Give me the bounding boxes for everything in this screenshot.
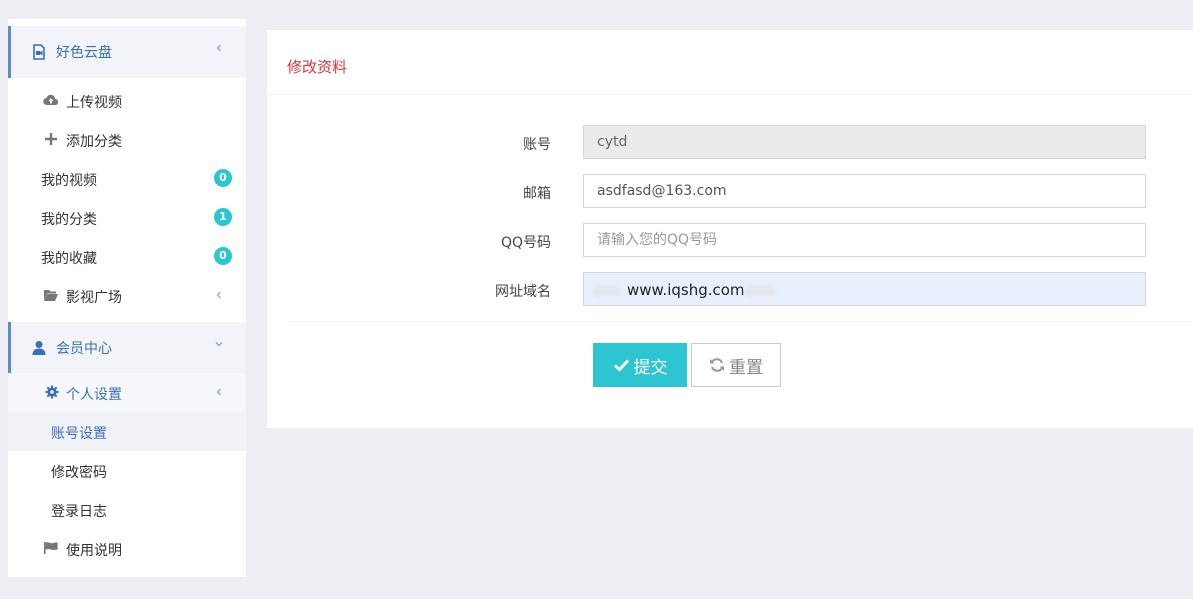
site-field-value: www.iqshg.com <box>627 281 745 299</box>
sidebar-item-login-log[interactable]: 登录日志 <box>8 490 246 529</box>
user-icon <box>32 341 46 355</box>
divider <box>267 94 1193 95</box>
blurred-text <box>593 286 621 296</box>
count-badge: 0 <box>214 247 232 265</box>
email-label: 邮箱 <box>523 186 551 202</box>
count-badge: 0 <box>214 169 232 187</box>
sidebar-item-label: 添加分类 <box>66 134 122 150</box>
video-file-icon <box>33 44 45 60</box>
folder-open-icon <box>44 290 58 301</box>
check-icon <box>613 359 629 372</box>
sidebar-item-label: 影视广场 <box>66 290 122 306</box>
sidebar-item-my-favorites[interactable]: 我的收藏 0 <box>8 237 246 276</box>
cloud-upload-icon <box>43 94 59 106</box>
gear-icon <box>45 385 59 399</box>
sidebar-item-label: 我的视频 <box>41 173 97 189</box>
reset-button[interactable]: 重置 <box>691 343 781 387</box>
count-badge: 1 <box>214 208 232 226</box>
sidebar-group-member-label: 会员中心 <box>56 341 112 357</box>
submit-button[interactable]: 提交 <box>593 343 687 387</box>
sidebar-item-label: 账号设置 <box>51 426 107 442</box>
qq-field[interactable] <box>583 223 1146 257</box>
plus-icon <box>45 133 57 145</box>
reset-button-label: 重置 <box>729 357 763 378</box>
sidebar-group-cloud-label: 好色云盘 <box>56 45 112 61</box>
site-label: 网址域名 <box>495 284 551 300</box>
sidebar-item-label: 使用说明 <box>66 543 122 559</box>
sidebar-item-label: 修改密码 <box>51 465 107 481</box>
sidebar-item-instructions[interactable]: 使用说明 <box>8 529 246 568</box>
chevron-down-icon <box>215 342 223 347</box>
sidebar-item-upload-video[interactable]: 上传视频 <box>8 81 246 120</box>
blurred-text <box>745 286 775 296</box>
sidebar-item-my-categories[interactable]: 我的分类 1 <box>8 198 246 237</box>
chevron-left-icon <box>216 388 221 396</box>
sidebar-item-my-videos[interactable]: 我的视频 0 <box>8 159 246 198</box>
submit-button-label: 提交 <box>633 357 668 378</box>
sidebar-item-label: 我的收藏 <box>41 251 97 267</box>
account-label: 账号 <box>523 137 551 153</box>
divider <box>287 321 1193 322</box>
chevron-left-icon <box>216 291 221 299</box>
sidebar-group-member[interactable]: 会员中心 <box>8 322 246 374</box>
sidebar-item-add-category[interactable]: 添加分类 <box>8 120 246 159</box>
sidebar-item-account-settings[interactable]: 账号设置 <box>8 412 246 451</box>
sidebar-group-cloud[interactable]: 好色云盘 <box>8 26 246 78</box>
chevron-left-icon <box>216 44 221 52</box>
email-field[interactable] <box>583 174 1146 208</box>
account-field <box>583 125 1146 159</box>
sidebar-item-video-plaza[interactable]: 影视广场 <box>8 276 246 315</box>
sidebar-item-label: 登录日志 <box>51 504 107 520</box>
refresh-icon <box>710 358 724 372</box>
profile-edit-card: 修改资料 账号 邮箱 QQ号码 网址域名 www.iqshg.com 提交 重置 <box>267 30 1193 428</box>
sidebar-item-label: 上传视频 <box>66 95 122 111</box>
flag-icon <box>44 542 58 554</box>
sidebar-item-personal-settings[interactable]: 个人设置 <box>8 373 246 412</box>
qq-label: QQ号码 <box>500 235 551 251</box>
sidebar-item-label: 个人设置 <box>66 387 122 403</box>
sidebar-item-label: 我的分类 <box>41 212 97 228</box>
page-title: 修改资料 <box>287 58 348 76</box>
sidebar-item-change-password[interactable]: 修改密码 <box>8 451 246 490</box>
sidebar: 好色云盘 上传视频 添加分类 我的视频 0 我的分类 1 我的收藏 0 影视广场… <box>8 19 246 577</box>
